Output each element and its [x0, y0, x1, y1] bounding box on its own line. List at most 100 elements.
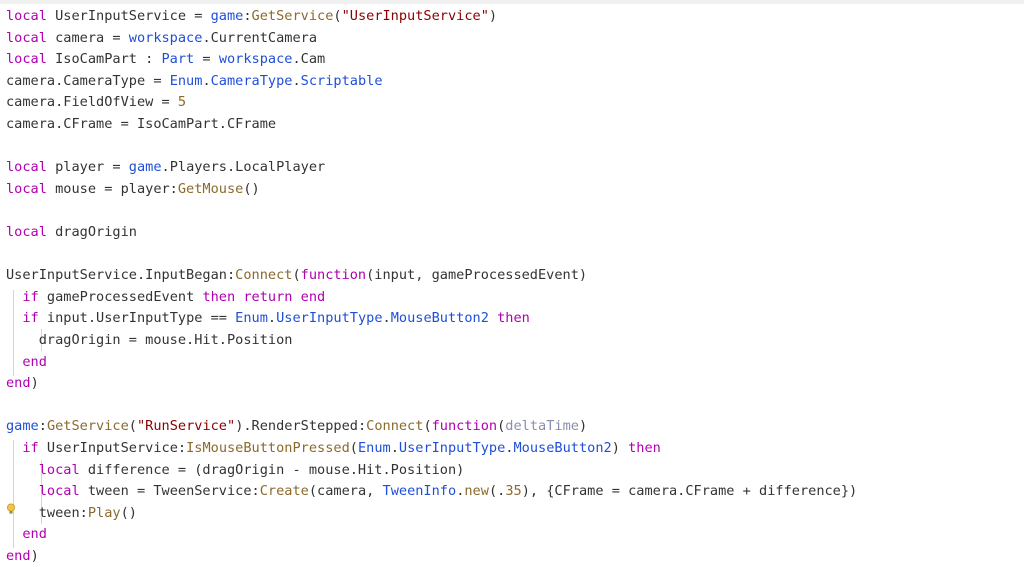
code-token: "RunService": [136, 418, 236, 435]
code-token: game: [6, 418, 39, 435]
code-token: (: [333, 8, 342, 24]
code-line[interactable]: end: [6, 524, 47, 545]
code-line[interactable]: camera.CameraType = Enum.CameraType.Scri…: [6, 71, 383, 92]
code-token: .: [292, 72, 301, 89]
code-token: TweenInfo: [382, 483, 457, 500]
code-token: Create: [259, 483, 309, 500]
code-line[interactable]: end: [6, 352, 47, 373]
code-token: end: [22, 353, 47, 370]
code-token: then: [202, 288, 236, 305]
code-line[interactable]: local difference = (dragOrigin - mouse.H…: [6, 460, 465, 481]
code-token: Connect: [235, 267, 293, 284]
code-token: function: [300, 267, 367, 284]
code-line[interactable]: end): [6, 546, 39, 567]
code-line[interactable]: local player = game.Players.LocalPlayer: [6, 157, 325, 178]
code-token: UserInputType: [398, 440, 506, 456]
code-line[interactable]: end): [6, 373, 39, 394]
code-token: game: [210, 8, 244, 24]
code-token: GetMouse: [177, 180, 244, 197]
code-token: local: [6, 159, 47, 176]
code-token: workspace: [128, 29, 203, 46]
code-token: ): [611, 440, 629, 456]
code-token: if: [22, 440, 39, 456]
code-token: Enum: [357, 440, 391, 456]
code-token: ): [30, 548, 39, 564]
code-token: dragOrigin = mouse.Hit.Position: [6, 332, 293, 348]
code-token: camera.FieldOfView =: [6, 94, 178, 111]
code-line[interactable]: tween:Play(): [6, 503, 137, 524]
code-token: new: [464, 483, 489, 500]
code-token: end: [6, 548, 31, 564]
code-line[interactable]: local UserInputService = game:GetService…: [6, 6, 497, 27]
code-token: (.: [488, 483, 506, 500]
code-token: then: [628, 440, 661, 456]
code-token: ): [488, 8, 498, 24]
code-token: (): [243, 180, 260, 197]
code-line[interactable]: UserInputService.InputBegan:Connect(func…: [6, 265, 587, 286]
code-token: .: [267, 310, 277, 327]
code-token: if: [22, 310, 39, 327]
code-token: .Players.LocalPlayer: [161, 159, 326, 176]
code-token: .CurrentCamera: [202, 29, 318, 46]
code-token: IsMouseButtonPressed: [186, 440, 350, 456]
code-token: GetService: [46, 418, 129, 435]
code-line[interactable]: camera.CFrame = IsoCamPart.CFrame: [6, 114, 276, 135]
code-token: if: [22, 288, 39, 305]
code-line[interactable]: local camera = workspace.CurrentCamera: [6, 28, 317, 49]
code-token: (camera,: [308, 483, 383, 500]
code-token: ): [30, 375, 39, 392]
code-token: .: [202, 72, 211, 89]
code-token: UserInputService.InputBegan:: [6, 267, 236, 284]
code-token: camera =: [46, 29, 129, 46]
code-token: Enum: [235, 310, 268, 327]
code-token: Scriptable: [300, 72, 383, 89]
code-token: game: [128, 159, 162, 176]
code-line[interactable]: local IsoCamPart : Part = workspace.Cam: [6, 49, 325, 70]
code-line[interactable]: if input.UserInputType == Enum.UserInput…: [6, 308, 530, 329]
code-token: (: [128, 418, 137, 435]
code-token: (): [120, 504, 137, 521]
code-token: .: [390, 440, 399, 456]
code-token: Enum: [169, 72, 203, 89]
code-line[interactable]: camera.FieldOfView = 5: [6, 92, 186, 113]
code-token: ), {CFrame = camera.CFrame + difference}…: [521, 483, 858, 500]
code-token: function: [431, 418, 498, 435]
code-line[interactable]: dragOrigin = mouse.Hit.Position: [6, 330, 293, 351]
code-token: local: [38, 483, 80, 500]
code-line[interactable]: local dragOrigin: [6, 222, 137, 243]
code-token: end: [22, 526, 47, 543]
code-line[interactable]: if UserInputService:IsMouseButtonPressed…: [6, 438, 661, 459]
code-token: camera.CFrame = IsoCamPart.CFrame: [6, 116, 277, 132]
code-token: :: [243, 8, 252, 24]
code-token: mouse = player:: [46, 180, 178, 197]
code-token: (: [423, 418, 432, 435]
code-token: UserInputType: [276, 310, 383, 327]
code-token: Connect: [366, 418, 424, 435]
code-token: local: [6, 29, 47, 46]
code-token: GetService: [251, 8, 334, 24]
code-line[interactable]: local mouse = player:GetMouse(): [6, 179, 260, 200]
code-token: difference = (dragOrigin - mouse.Hit.Pos…: [79, 461, 465, 478]
code-line[interactable]: game:GetService("RunService").RenderStep…: [6, 416, 587, 437]
code-line[interactable]: if gameProcessedEvent then return end: [6, 287, 325, 308]
code-token: Play: [87, 504, 121, 521]
code-editor[interactable]: local UserInputService = game:GetService…: [0, 0, 1024, 567]
code-token: MouseButton2: [513, 440, 612, 456]
code-token: .Cam: [292, 51, 326, 68]
code-token: then: [497, 310, 530, 327]
code-line[interactable]: local tween = TweenService:Create(camera…: [6, 481, 858, 502]
code-token: end: [300, 288, 326, 305]
code-token: local: [6, 51, 47, 68]
code-token: UserInputService =: [46, 8, 211, 24]
code-token: local: [38, 461, 80, 478]
code-token: 35: [505, 483, 522, 500]
code-token: 5: [177, 94, 187, 111]
code-token: player =: [46, 159, 129, 176]
